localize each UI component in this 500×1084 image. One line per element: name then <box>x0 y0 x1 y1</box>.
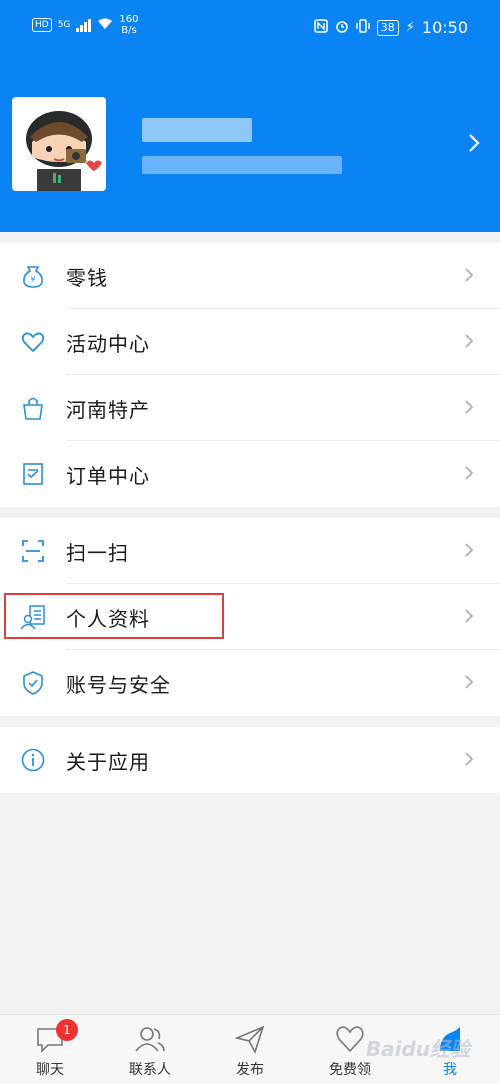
menu-item-security[interactable]: 账号与安全 <box>0 650 500 716</box>
chevron-right-icon <box>464 396 474 420</box>
chevron-right-icon <box>464 605 474 629</box>
unread-badge: 1 <box>56 1019 78 1041</box>
chevron-right-icon[interactable] <box>468 130 480 160</box>
charging-icon: ⚡ <box>405 20 415 35</box>
status-bar: HD 5G 160 B/s 38 ⚡ 10:50 <box>0 0 500 60</box>
menu-item-orders[interactable]: 订单中心 <box>0 441 500 507</box>
tab-contacts[interactable]: 联系人 <box>100 1015 200 1084</box>
vibrate-icon <box>356 18 370 37</box>
hd-badge: HD <box>32 18 52 32</box>
tab-label-chat: 聊天 <box>36 1062 64 1078</box>
chevron-right-icon <box>464 671 474 695</box>
tab-chat[interactable]: 1 聊天 <box>0 1015 100 1084</box>
profile-header[interactable] <box>0 60 500 232</box>
chevron-right-icon <box>464 539 474 563</box>
order-icon <box>20 461 46 487</box>
send-icon <box>234 1023 266 1055</box>
menu-label-scan: 扫一扫 <box>66 540 129 565</box>
watermark: Baidu经验 <box>365 1037 470 1061</box>
battery-level: 38 <box>376 19 399 36</box>
wallet-icon: ¥ <box>20 263 46 289</box>
signal-icon <box>76 18 92 32</box>
nfc-icon <box>313 18 328 37</box>
menu-label-security: 账号与安全 <box>66 672 171 697</box>
net-speed-value: 160 <box>119 14 139 25</box>
chevron-right-icon <box>464 748 474 772</box>
highlight-box <box>4 593 224 639</box>
alarm-icon <box>335 19 349 37</box>
avatar[interactable] <box>12 97 106 191</box>
wifi-icon <box>97 18 113 33</box>
menu-item-about[interactable]: 关于应用 <box>0 727 500 793</box>
status-left: HD 5G 160 B/s <box>32 14 139 36</box>
contacts-icon <box>134 1023 166 1055</box>
menu-section-wallet: ¥ 零钱 活动中心 河南特产 订单中心 <box>0 243 500 507</box>
scan-icon <box>20 538 46 564</box>
net-speed-unit: B/s <box>121 25 137 36</box>
chevron-right-icon <box>464 330 474 354</box>
clock: 10:50 <box>421 18 468 37</box>
chevron-right-icon <box>464 264 474 288</box>
tab-publish[interactable]: 发布 <box>200 1015 300 1084</box>
network-type: 5G <box>57 20 71 30</box>
tab-label-publish: 发布 <box>236 1062 264 1078</box>
menu-label-orders: 订单中心 <box>66 463 150 488</box>
menu-label-activity: 活动中心 <box>66 331 150 356</box>
blurred-name <box>142 118 252 142</box>
shopping-bag-icon <box>20 395 46 421</box>
svg-text:¥: ¥ <box>30 275 35 284</box>
heart-icon <box>334 1023 366 1055</box>
chevron-right-icon <box>464 462 474 486</box>
tab-label-free: 免费领 <box>329 1062 371 1078</box>
menu-item-wallet[interactable]: ¥ 零钱 <box>0 243 500 309</box>
tab-label-contacts: 联系人 <box>129 1062 171 1078</box>
status-right: 38 ⚡ 10:50 <box>313 18 468 37</box>
menu-label-specialty: 河南特产 <box>66 397 150 422</box>
blurred-account <box>142 156 342 174</box>
net-speed: 160 B/s <box>119 14 138 36</box>
menu-item-scan[interactable]: 扫一扫 <box>0 518 500 584</box>
menu-label-about: 关于应用 <box>66 749 150 774</box>
menu-label-wallet: 零钱 <box>66 265 108 290</box>
heart-icon <box>20 329 46 355</box>
bottom-tab-bar: 1 聊天 联系人 发布 免费领 我 Baidu经验 <box>0 1014 500 1084</box>
tab-label-me: 我 <box>443 1062 457 1078</box>
shield-icon <box>20 670 46 696</box>
menu-item-specialty[interactable]: 河南特产 <box>0 375 500 441</box>
info-icon <box>20 747 46 773</box>
menu-section-about: 关于应用 <box>0 727 500 793</box>
menu-item-activity[interactable]: 活动中心 <box>0 309 500 375</box>
